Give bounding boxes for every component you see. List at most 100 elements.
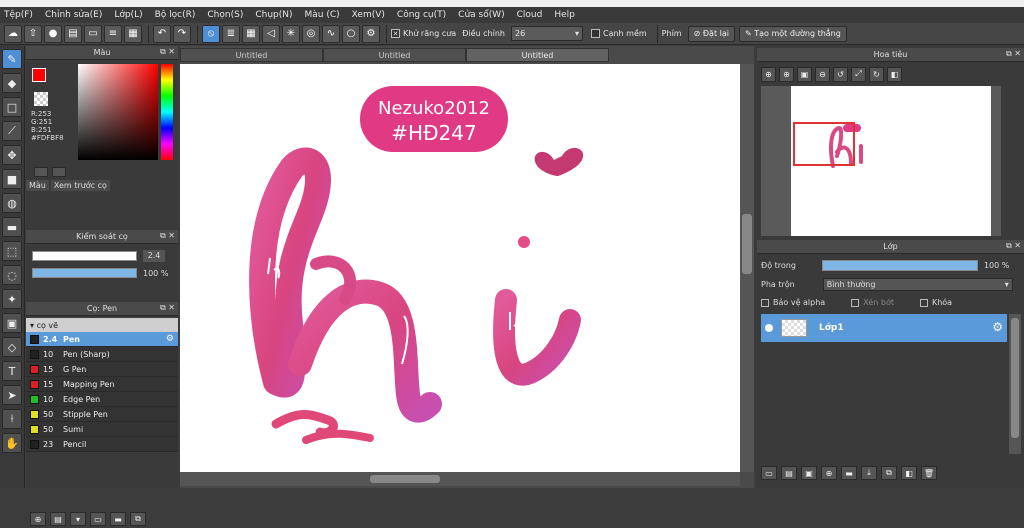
brush-duplicate-icon[interactable]: ▤ <box>50 512 66 526</box>
select-pen-icon[interactable]: ▣ <box>2 313 22 333</box>
redo-icon[interactable]: ↷ <box>173 24 191 43</box>
comment-icon[interactable]: ● <box>44 24 62 43</box>
clip-checkbox[interactable]: Xén bớt <box>851 298 894 307</box>
brush-size-slider[interactable] <box>32 251 137 261</box>
canvas-vertical-scrollbar[interactable] <box>740 64 754 472</box>
chat-icon[interactable]: ▤ <box>64 24 82 43</box>
reset-button[interactable]: ⊘ Đặt lại <box>687 25 735 42</box>
brush-group-header[interactable]: ▾ cọ vẽ <box>26 318 178 332</box>
menu-view[interactable]: Xem(V) <box>352 10 385 20</box>
line-tool-icon[interactable]: ⟋ <box>2 121 22 141</box>
vertical-scroll-thumb[interactable] <box>742 214 752 274</box>
cloud-icon[interactable]: ☁ <box>4 24 22 43</box>
grid-icon[interactable]: ▦ <box>124 24 142 43</box>
brush-folder-icon[interactable]: ▬ <box>110 512 126 526</box>
straight-line-button[interactable]: ✎ Tạo một đường thẳng <box>738 25 847 42</box>
settings-icon[interactable]: ⚙ <box>362 24 380 43</box>
brush-tool-icon[interactable]: ✎ <box>2 49 22 69</box>
operation-tool-icon[interactable]: ➤ <box>2 385 22 405</box>
tab-document-2[interactable]: Untitled <box>323 48 466 62</box>
zoom-in-icon[interactable]: ⊕ <box>779 66 794 82</box>
layer-gear-icon[interactable]: ⚙ <box>992 320 1003 334</box>
eyedropper-tool-icon[interactable]: ⟊ <box>2 409 22 429</box>
antialias-checkbox[interactable]: ✕ <box>391 29 400 38</box>
panel-controls-icon[interactable]: ⧉ ✕ <box>160 47 175 57</box>
menu-select[interactable]: Chọn(S) <box>207 10 243 20</box>
radial-icon[interactable]: ✳ <box>282 24 300 43</box>
layer-row[interactable]: Lớp1 ⚙ <box>761 314 1007 342</box>
flip-icon[interactable]: ◧ <box>887 66 902 82</box>
brush-file-icon[interactable]: ▭ <box>90 512 106 526</box>
menu-edit[interactable]: Chỉnh sửa(E) <box>45 10 102 20</box>
duplicate-layer-icon[interactable]: ⧉ <box>881 466 897 480</box>
menu-tools[interactable]: Công cụ(T) <box>397 10 446 20</box>
brush-item[interactable]: 50 Sumi <box>26 422 178 437</box>
foreground-color-swatch[interactable] <box>32 68 46 82</box>
brush-item[interactable]: 10 Pen (Sharp) <box>26 347 178 362</box>
brush-size-value[interactable]: 2.4 <box>143 250 165 262</box>
concentric-icon[interactable]: ◎ <box>302 24 320 43</box>
brush-item[interactable]: 50 Stipple Pen <box>26 407 178 422</box>
new-halftone-layer-icon[interactable]: ▤ <box>781 466 797 480</box>
smooth-edge-checkbox[interactable] <box>590 29 600 38</box>
brush-add-icon[interactable]: ⊕ <box>30 512 46 526</box>
menu-color[interactable]: Màu (C) <box>305 10 340 20</box>
merge-down-icon[interactable]: ⤓ <box>861 466 877 480</box>
lock-checkbox[interactable]: Khóa <box>919 298 952 307</box>
protect-alpha-checkbox[interactable]: Bảo vệ alpha <box>761 298 825 307</box>
curve-icon[interactable]: ∿ <box>322 24 340 43</box>
menu-layer[interactable]: Lớp(L) <box>114 10 142 20</box>
menu-help[interactable]: Help <box>554 10 575 20</box>
layer-folder-icon[interactable]: ▬ <box>841 466 857 480</box>
brush-item[interactable]: 15 Mapping Pen <box>26 377 178 392</box>
hand-tool-icon[interactable]: ✋ <box>2 433 22 453</box>
menu-window[interactable]: Cửa sổ(W) <box>458 10 504 20</box>
grid-ruler-icon[interactable]: ▦ <box>242 24 260 43</box>
color-history-button[interactable] <box>52 167 66 177</box>
text-tool-icon[interactable]: T <box>2 361 22 381</box>
page-icon[interactable]: ▭ <box>84 24 102 43</box>
rotate-left-icon[interactable]: ↺ <box>833 66 848 82</box>
eraser-tool-icon[interactable]: ◆ <box>2 73 22 93</box>
add-layer-menu-icon[interactable]: ⊕ <box>821 466 837 480</box>
saturation-value-picker[interactable] <box>78 64 158 160</box>
tab-document-1[interactable]: Untitled <box>180 48 323 62</box>
zoom-actual-icon[interactable]: ▣ <box>797 66 812 82</box>
fill-shape-icon[interactable]: ■ <box>2 169 22 189</box>
parallel-lines-icon[interactable]: ≣ <box>222 24 240 43</box>
menu-file[interactable]: Tệp(F) <box>4 10 33 20</box>
select-eraser-icon[interactable]: ◇ <box>2 337 22 357</box>
menu-filter[interactable]: Bộ lọc(R) <box>155 10 196 20</box>
color-mode-button[interactable] <box>34 167 48 177</box>
lasso-select-icon[interactable]: ◌ <box>2 265 22 285</box>
layer-mask-icon[interactable]: ◧ <box>901 466 917 480</box>
undo-icon[interactable]: ↶ <box>153 24 171 43</box>
brush-item[interactable]: 2.4 Pen ⚙ <box>26 332 178 347</box>
move-tool-icon[interactable]: ✥ <box>2 145 22 165</box>
rect-select-icon[interactable]: □ <box>2 97 22 117</box>
hue-slider[interactable] <box>161 64 173 160</box>
brush-copy-icon[interactable]: ⧉ <box>130 512 146 526</box>
perspective-icon[interactable]: ◁ <box>262 24 280 43</box>
adjust-select[interactable]: 26 <box>510 26 583 41</box>
rotate-right-icon[interactable]: ↻ <box>869 66 884 82</box>
menu-capture[interactable]: Chụp(N) <box>255 10 292 20</box>
navigator-preview[interactable] <box>761 86 1001 236</box>
layer-scroll-thumb[interactable] <box>1011 318 1019 438</box>
share-icon[interactable]: ⇧ <box>24 24 42 43</box>
panel-controls-icon[interactable]: ⧉ ✕ <box>1006 241 1021 251</box>
horizontal-scroll-thumb[interactable] <box>370 475 440 483</box>
layer-scrollbar[interactable] <box>1009 314 1021 454</box>
brush-opacity-slider[interactable] <box>32 268 137 278</box>
new-layer-icon[interactable]: ▭ <box>761 466 777 480</box>
list-icon[interactable]: ≡ <box>104 24 122 43</box>
tab-document-3[interactable]: Untitled <box>466 48 609 62</box>
new-1bit-layer-icon[interactable]: ▣ <box>801 466 817 480</box>
zoom-fit-icon[interactable]: ⊕ <box>761 66 776 82</box>
tab-brush-preview[interactable]: Xem trước cọ <box>50 180 110 191</box>
drawing-canvas[interactable]: Nezuko2012 #HĐ247 <box>180 64 740 472</box>
layer-opacity-slider[interactable] <box>821 260 978 271</box>
visibility-eye-icon[interactable] <box>765 324 773 332</box>
circle-ruler-icon[interactable]: ○ <box>342 24 360 43</box>
gradient-tool-icon[interactable]: ▬ <box>2 217 22 237</box>
